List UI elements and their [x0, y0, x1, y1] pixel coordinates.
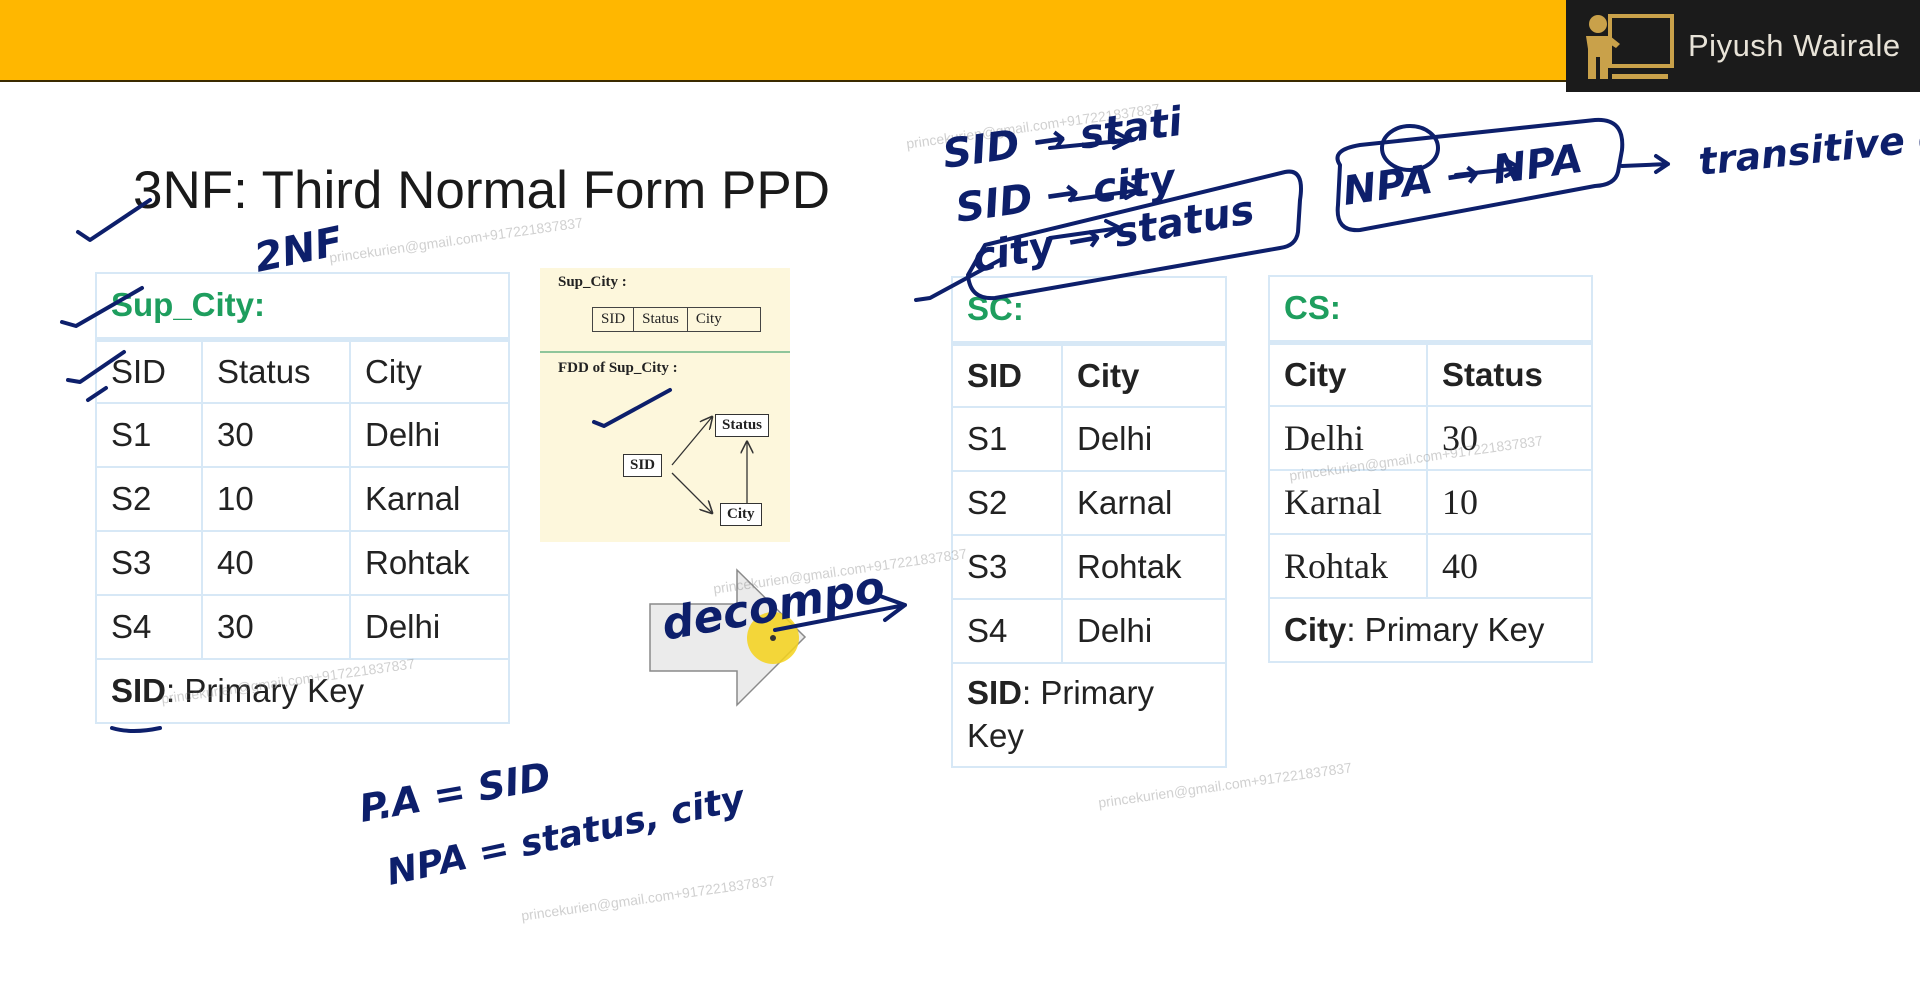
column-header: City: [1268, 341, 1428, 407]
underline-mark: [110, 726, 162, 733]
key-label: : Primary Key: [1346, 611, 1545, 648]
table-cell: S2: [95, 466, 203, 532]
pointer-dot: [770, 635, 776, 641]
table-row: S2 Karnal: [951, 470, 1227, 536]
arrow-icon: [1048, 130, 1132, 150]
primary-key-note: City: Primary Key: [1268, 597, 1593, 663]
table-cell: S4: [951, 598, 1063, 664]
table-row: Rohtak 40: [1268, 533, 1593, 599]
sup-city-table: Sup_City: SID Status City S1 30 Delhi S2…: [95, 272, 510, 724]
column-header: SID: [951, 342, 1063, 408]
table-row: S1 Delhi: [951, 406, 1227, 472]
table-row: S1 30 Delhi: [95, 402, 510, 468]
fdd-node-status: Status: [715, 414, 770, 437]
fdd-node-city: City: [720, 503, 762, 526]
table-cell: Delhi: [349, 594, 510, 660]
table-row: S3 Rohtak: [951, 534, 1227, 600]
annotation-text: NPA → NPA: [1340, 136, 1586, 215]
key-attribute: SID: [111, 672, 167, 709]
table-cell: 40: [201, 530, 351, 596]
table-heading: CS:: [1268, 275, 1593, 345]
table-cell: 40: [1426, 533, 1593, 599]
table-cell: 30: [201, 594, 351, 660]
cursor-highlight: [747, 612, 799, 664]
arrow-icon: [1454, 158, 1522, 178]
table-cell: S2: [951, 470, 1063, 536]
arrow-icon: [1048, 219, 1122, 240]
slide-title: 3NF: Third Normal Form PPD: [133, 161, 830, 220]
fdd-node-sid: SID: [623, 454, 663, 477]
table-header-row: City Status: [1268, 341, 1593, 407]
annotation-text: transitive depeng: [1696, 100, 1920, 184]
table-row: S4 30 Delhi: [95, 594, 510, 660]
table-row: S4 Delhi: [951, 598, 1227, 664]
table-heading: Sup_City:: [95, 272, 510, 342]
column-header: Status: [201, 338, 351, 404]
column-header: Status: [1426, 341, 1593, 407]
annotation-text: NPA = status, city: [383, 778, 749, 894]
column-header: City: [1061, 342, 1227, 408]
table-cell: S3: [95, 530, 203, 596]
table-row: S2 10 Karnal: [95, 466, 510, 532]
brand-name: Piyush Wairale: [1688, 28, 1901, 63]
table-cell: Rohtak: [349, 530, 510, 596]
column-header: City: [349, 338, 510, 404]
table-cell: 10: [1426, 469, 1593, 535]
annotation-text: P.A = SID: [356, 754, 554, 831]
table-heading: SC:: [951, 276, 1227, 346]
table-cell: Delhi: [349, 402, 510, 468]
key-attribute: SID: [967, 674, 1023, 712]
watermark: princekurien@gmail.com+917221837837: [520, 872, 776, 924]
sc-table: SC: SID City S1 Delhi S2 Karnal S3 Rohtak S…: [951, 276, 1227, 768]
brand-banner: Piyush Wairale: [1566, 0, 1920, 92]
primary-key-note: SID: Primary Key: [951, 662, 1227, 768]
table-cell: S3: [951, 534, 1063, 600]
table-cell: Rohtak: [1061, 534, 1227, 600]
table-cell: S4: [95, 594, 203, 660]
circle-mark: [1380, 124, 1440, 172]
fdd-arrows: [671, 268, 790, 542]
table-cell: Karnal: [1061, 470, 1227, 536]
table-cell: Karnal: [349, 466, 510, 532]
annotation-text: city → status: [969, 187, 1258, 282]
watermark: princekurien@gmail.com+917221837837: [905, 100, 1161, 152]
table-cell: 10: [201, 466, 351, 532]
header-bar: [0, 0, 1566, 82]
table-cell: S1: [951, 406, 1063, 472]
column-header: SID: [95, 338, 203, 404]
primary-key-note: SID: Primary Key: [95, 658, 510, 724]
table-cell: Delhi: [1061, 598, 1227, 664]
table-cell: S1: [95, 402, 203, 468]
table-cell: Rohtak: [1268, 533, 1428, 599]
table-cell: 30: [201, 402, 351, 468]
annotation-text: SID → city: [953, 155, 1180, 232]
table-header-row: SID City: [951, 342, 1227, 408]
arrow-icon: [773, 594, 907, 632]
watermark: princekurien@gmail.com+917221837837: [712, 545, 968, 597]
table-cell: Delhi: [1061, 406, 1227, 472]
arrow-icon: [1068, 180, 1142, 202]
arrow-icon: [1620, 154, 1670, 174]
teacher-logo-icon: [1586, 14, 1674, 79]
highlight-box: [1335, 117, 1625, 233]
table-row: S3 40 Rohtak: [95, 530, 510, 596]
table-header-row: SID Status City: [95, 338, 510, 404]
fdd-panel: Sup_City : SID Status City FDD of Sup_Ci…: [540, 268, 790, 542]
watermark: princekurien@gmail.com+917221837837: [328, 214, 584, 266]
key-attribute: City: [1284, 611, 1347, 648]
